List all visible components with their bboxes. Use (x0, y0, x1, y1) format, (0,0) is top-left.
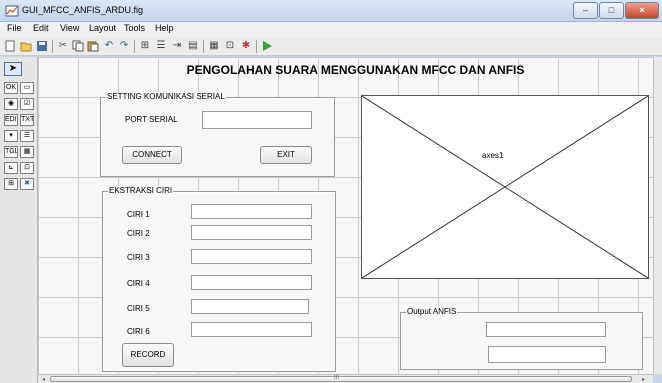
undo-icon[interactable]: ↶ (103, 40, 115, 52)
ciri-5-label: CIRI 5 (127, 304, 150, 313)
paste-icon[interactable] (87, 40, 99, 52)
table-icon[interactable]: ▦ (20, 146, 34, 158)
cut-icon[interactable]: ✂ (57, 40, 69, 52)
object-browser-icon[interactable]: ⊡ (224, 40, 236, 52)
button-group-icon[interactable]: ⊞ (4, 178, 18, 190)
menu-help[interactable]: Help (155, 23, 174, 33)
menu-file[interactable]: File (7, 23, 22, 33)
select-tool-icon[interactable]: ➤ (4, 62, 22, 76)
property-inspector-icon[interactable]: ▦ (208, 40, 220, 52)
ciri-4-field[interactable] (191, 275, 312, 290)
redo-icon[interactable]: ↷ (118, 40, 130, 52)
serial-panel-title: SETTING KOMUNIKASI SERIAL (106, 92, 226, 101)
popup-menu-icon[interactable]: ▾ (4, 130, 18, 142)
ciri-6-field[interactable] (191, 322, 312, 337)
maximize-button[interactable]: □ (599, 2, 624, 19)
ciri-3-label: CIRI 3 (127, 253, 150, 262)
activex-icon[interactable]: ✖ (20, 178, 34, 190)
ciri-2-field[interactable] (191, 225, 312, 240)
toolbar-separator (52, 40, 53, 53)
window-title-bar[interactable]: GUI_MFCC_ANFIS_ARDU.fig – □ × (0, 0, 662, 22)
checkbox-icon[interactable]: ☑ (20, 98, 34, 110)
vertical-scrollbar[interactable] (653, 57, 662, 374)
toolbar-separator (203, 40, 204, 53)
ciri-6-label: CIRI 6 (127, 327, 150, 336)
record-button[interactable]: RECORD (122, 343, 174, 367)
window-title: GUI_MFCC_ANFIS_ARDU.fig (22, 5, 144, 15)
scroll-right-arrow-icon[interactable]: ▸ (642, 376, 645, 383)
listbox-icon[interactable]: ☰ (20, 130, 34, 142)
scroll-left-arrow-icon[interactable]: ◂ (42, 376, 45, 383)
horizontal-scroll-thumb[interactable] (50, 376, 632, 382)
edit-text-icon[interactable]: EDIT (4, 114, 18, 126)
push-button-icon[interactable]: OK (4, 82, 18, 94)
slider-icon[interactable]: ▭ (20, 82, 34, 94)
run-icon[interactable] (261, 40, 273, 52)
toggle-button-icon[interactable]: TGL (4, 146, 18, 158)
exit-button[interactable]: EXIT (260, 146, 312, 164)
axes-label: axes1 (482, 151, 504, 160)
minimize-button[interactable]: – (573, 2, 598, 19)
output-panel-title: Output ANFIS (406, 307, 458, 316)
ciri-1-field[interactable] (191, 204, 312, 219)
menu-view[interactable]: View (60, 23, 79, 33)
close-button[interactable]: × (625, 2, 659, 19)
ciri-5-field[interactable] (191, 299, 309, 314)
port-serial-input[interactable] (202, 111, 312, 129)
axes-icon[interactable]: ⊾ (4, 162, 18, 174)
toolbar: ✂ ↶ ↷ ⊞ ☰ ⇥ ▤ ▦ ⊡ ✱ (0, 37, 662, 56)
axes-cross (362, 96, 648, 278)
toolbar-separator (256, 40, 257, 53)
tab-order-icon[interactable]: ⇥ (171, 40, 183, 52)
figure-title: PENGOLAHAN SUARA MENGGUNAKAN MFCC DAN AN… (186, 63, 525, 77)
radio-button-icon[interactable]: ◉ (4, 98, 18, 110)
scroll-thumb-grip: III (334, 375, 340, 381)
menu-layout[interactable]: Layout (89, 23, 116, 33)
axes-placeholder[interactable]: axes1 (361, 95, 649, 279)
menu-bar: File Edit View Layout Tools Help (0, 22, 662, 37)
menu-edit[interactable]: Edit (33, 23, 49, 33)
layout-canvas[interactable]: PENGOLAHAN SUARA MENGGUNAKAN MFCC DAN AN… (38, 57, 653, 374)
open-icon[interactable] (20, 40, 32, 52)
matlab-figure-icon (5, 5, 19, 17)
ciri-4-label: CIRI 4 (127, 279, 150, 288)
m-file-editor-icon[interactable]: ▤ (187, 40, 199, 52)
panel-icon[interactable]: ⊡ (20, 162, 34, 174)
horizontal-scrollbar[interactable]: ◂ III ▸ (38, 374, 653, 383)
ciri-3-field[interactable] (191, 249, 312, 264)
connect-button[interactable]: CONNECT (122, 146, 182, 164)
copy-icon[interactable] (72, 40, 84, 52)
new-file-icon[interactable] (4, 40, 16, 52)
ciri-2-label: CIRI 2 (127, 229, 150, 238)
static-text-icon[interactable]: TXT (20, 114, 34, 126)
port-serial-label: PORT SERIAL (125, 115, 178, 124)
ciri-1-label: CIRI 1 (127, 210, 150, 219)
component-palette: ➤ OK ▭ ◉ ☑ EDIT TXT ▾ ☰ TGL ▦ ⊾ ⊡ ⊞ ✖ (0, 57, 38, 383)
menu-tools[interactable]: Tools (124, 23, 145, 33)
save-icon[interactable] (36, 40, 48, 52)
align-icon[interactable]: ⊞ (139, 40, 151, 52)
menu-editor-icon[interactable]: ☰ (155, 40, 167, 52)
feature-panel-title: EKSTRAKSI CIRI (108, 186, 174, 195)
output-anfis-field-2[interactable] (488, 346, 606, 363)
object-browser-2-icon[interactable]: ✱ (240, 40, 252, 52)
serial-settings-panel[interactable]: SETTING KOMUNIKASI SERIAL (100, 92, 335, 177)
output-anfis-field-1[interactable] (486, 322, 606, 337)
toolbar-separator (134, 40, 135, 53)
